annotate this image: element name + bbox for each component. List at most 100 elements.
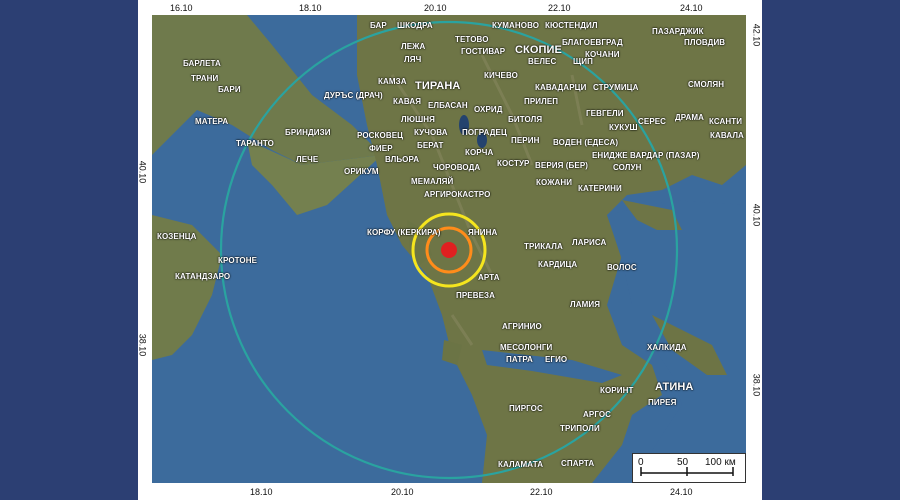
label-voden: ВОДЕН (ЕДЕСА) <box>553 138 619 147</box>
label-drama: ДРАМА <box>675 113 705 122</box>
label-kalamata: КАЛАМАТА <box>498 460 544 469</box>
label-larisa: ЛАРИСА <box>572 238 607 247</box>
label-lyushnya: ЛЮШНЯ <box>401 115 435 124</box>
label-kavadartsi: КАВАДАРЦИ <box>535 83 587 92</box>
label-tetovo: ТЕТОВО <box>455 35 489 44</box>
label-kochani: КОЧАНИ <box>585 50 620 59</box>
scale-end: 100 км <box>705 457 736 468</box>
label-vlora: ВЛЬОРА <box>385 155 420 164</box>
label-korcha: КОРЧА <box>465 148 494 157</box>
scale-mid: 50 <box>677 457 689 468</box>
label-sparta: СПАРТА <box>561 459 595 468</box>
label-patra: ПАТРА <box>506 355 533 364</box>
label-preveza: ПРЕВЕЗА <box>456 291 496 300</box>
label-gevgeli: ГЕВГЕЛИ <box>586 109 624 118</box>
label-volos: ВОЛОС <box>607 263 637 272</box>
top-tick-3: 20.10 <box>424 3 447 13</box>
label-ohrid: ОХРИД <box>474 105 503 114</box>
label-kamza: КАМЗА <box>378 77 407 86</box>
label-argirokastro: АРГИРОКАСТРО <box>424 190 491 199</box>
label-lamia: ЛАМИЯ <box>570 300 601 309</box>
label-agrinio: АГРИНИО <box>502 322 542 331</box>
label-ksanti: КСАНТИ <box>709 117 743 126</box>
label-durres: ДУРЪС (ДРАЧ) <box>324 91 383 100</box>
label-berat: БЕРАТ <box>417 141 444 150</box>
label-prilep: ПРИЛЕП <box>524 97 559 106</box>
bottom-tick-4: 24.10 <box>670 487 693 497</box>
label-skopie: СКОПИЕ <box>515 44 562 56</box>
scale-bar: 0 50 100 км <box>632 453 746 483</box>
label-plovdiv: ПЛОВДИВ <box>684 38 726 47</box>
label-perin: ПЕРИН <box>511 136 540 145</box>
label-trikala: ТРИКАЛА <box>524 242 563 251</box>
label-halkida: ХАЛКИДА <box>647 343 687 352</box>
top-tick-1: 16.10 <box>170 3 193 13</box>
label-kichevo: КИЧЕВО <box>484 71 518 80</box>
label-barletta: БАРЛЕТА <box>183 59 221 68</box>
top-tick-4: 22.10 <box>548 3 571 13</box>
bottom-tick-3: 22.10 <box>530 487 553 497</box>
label-matera: МАТЕРА <box>195 117 229 126</box>
label-kavala: КАВАЛА <box>710 131 744 140</box>
label-kumanovo: КУМАНОВО <box>492 21 540 30</box>
label-leche: ЛЕЧЕ <box>296 155 319 164</box>
label-kozhani: КОЖАНИ <box>536 178 573 187</box>
scale-zero: 0 <box>638 457 644 468</box>
label-pirgos: ПИРГОС <box>509 404 543 413</box>
right-tick-1: 42.10 <box>751 23 762 47</box>
label-smolyan: СМОЛЯН <box>688 80 725 89</box>
label-chorovoda: ЧОРОВОДА <box>433 163 481 172</box>
label-krotone: КРОТОНЕ <box>218 256 258 265</box>
label-lyach: ЛЯЧ <box>404 55 422 64</box>
label-bar: БАР <box>370 21 387 30</box>
label-pazardzhik: ПАЗАРДЖИК <box>652 27 704 36</box>
label-bitolya: БИТОЛЯ <box>508 115 543 124</box>
label-memalyay: МЕМАЛЯЙ <box>411 177 454 186</box>
label-kavaya: КАВАЯ <box>393 97 422 106</box>
left-tick-2: 38.10 <box>137 333 148 357</box>
label-lezha: ЛЕЖА <box>401 42 426 51</box>
label-kuchova: КУЧОВА <box>414 128 448 137</box>
label-kozentsa: КОЗЕНЦА <box>157 232 197 241</box>
label-taranto: ТАРАНТО <box>236 139 274 148</box>
label-kukush: КУКУШ <box>609 123 638 132</box>
label-kyustendil: КЮСТЕНДИЛ <box>545 21 598 30</box>
label-elbasan: ЕЛБАСАН <box>428 101 468 110</box>
label-egio: ЕГИО <box>545 355 568 364</box>
bottom-tick-1: 18.10 <box>250 487 273 497</box>
label-gostivar: ГОСТИВАР <box>461 47 506 56</box>
label-solun: СОЛУН <box>613 163 642 172</box>
label-veria: ВЕРИЯ (БЕР) <box>535 161 589 170</box>
right-tick-3: 38.10 <box>751 373 762 397</box>
label-katerini: КАТЕРИНИ <box>578 184 622 193</box>
label-blagoevgrad: БЛАГОЕВГРАД <box>562 38 623 47</box>
label-pogradets: ПОГРАДЕЦ <box>462 128 507 137</box>
label-seres: СЕРЕС <box>638 117 667 126</box>
label-brindisi: БРИНДИЗИ <box>285 128 331 137</box>
left-tick-1: 40.10 <box>137 160 148 184</box>
label-trani: ТРАНИ <box>191 74 219 83</box>
label-mesolongi: МЕСОЛОНГИ <box>500 343 553 352</box>
label-argos: АРГОС <box>583 410 612 419</box>
label-korint: КОРИНТ <box>600 386 634 395</box>
label-veles: ВЕЛЕС <box>528 57 557 66</box>
label-fier: ФИЕР <box>369 144 393 153</box>
epicenter-marker[interactable] <box>441 242 457 258</box>
label-tirana: ТИРАНА <box>415 80 461 92</box>
label-enidzhe: ЕНИДЖЕ ВАРДАР (ПАЗАР) <box>592 151 700 160</box>
label-arta: АРТА <box>478 273 500 282</box>
label-strumitsa: СТРУМИЦА <box>593 83 639 92</box>
label-atina: АТИНА <box>655 381 694 393</box>
label-tripoli: ТРИПОЛИ <box>560 424 600 433</box>
label-yanina: ЯНИНА <box>468 228 498 237</box>
label-korfu: КОРФУ (КЕРКИРА) <box>367 228 441 237</box>
label-orikum: ОРИКУМ <box>344 167 379 176</box>
label-roskovets: РОСКОВЕЦ <box>357 131 404 140</box>
label-kostur: КОСТУР <box>497 159 530 168</box>
top-tick-2: 18.10 <box>299 3 322 13</box>
right-tick-2: 40.10 <box>751 203 762 227</box>
top-tick-5: 24.10 <box>680 3 703 13</box>
label-pirea: ПИРЕЯ <box>648 398 677 407</box>
bottom-tick-2: 20.10 <box>391 487 414 497</box>
label-katandzaro: КАТАНДЗАРО <box>175 272 231 281</box>
